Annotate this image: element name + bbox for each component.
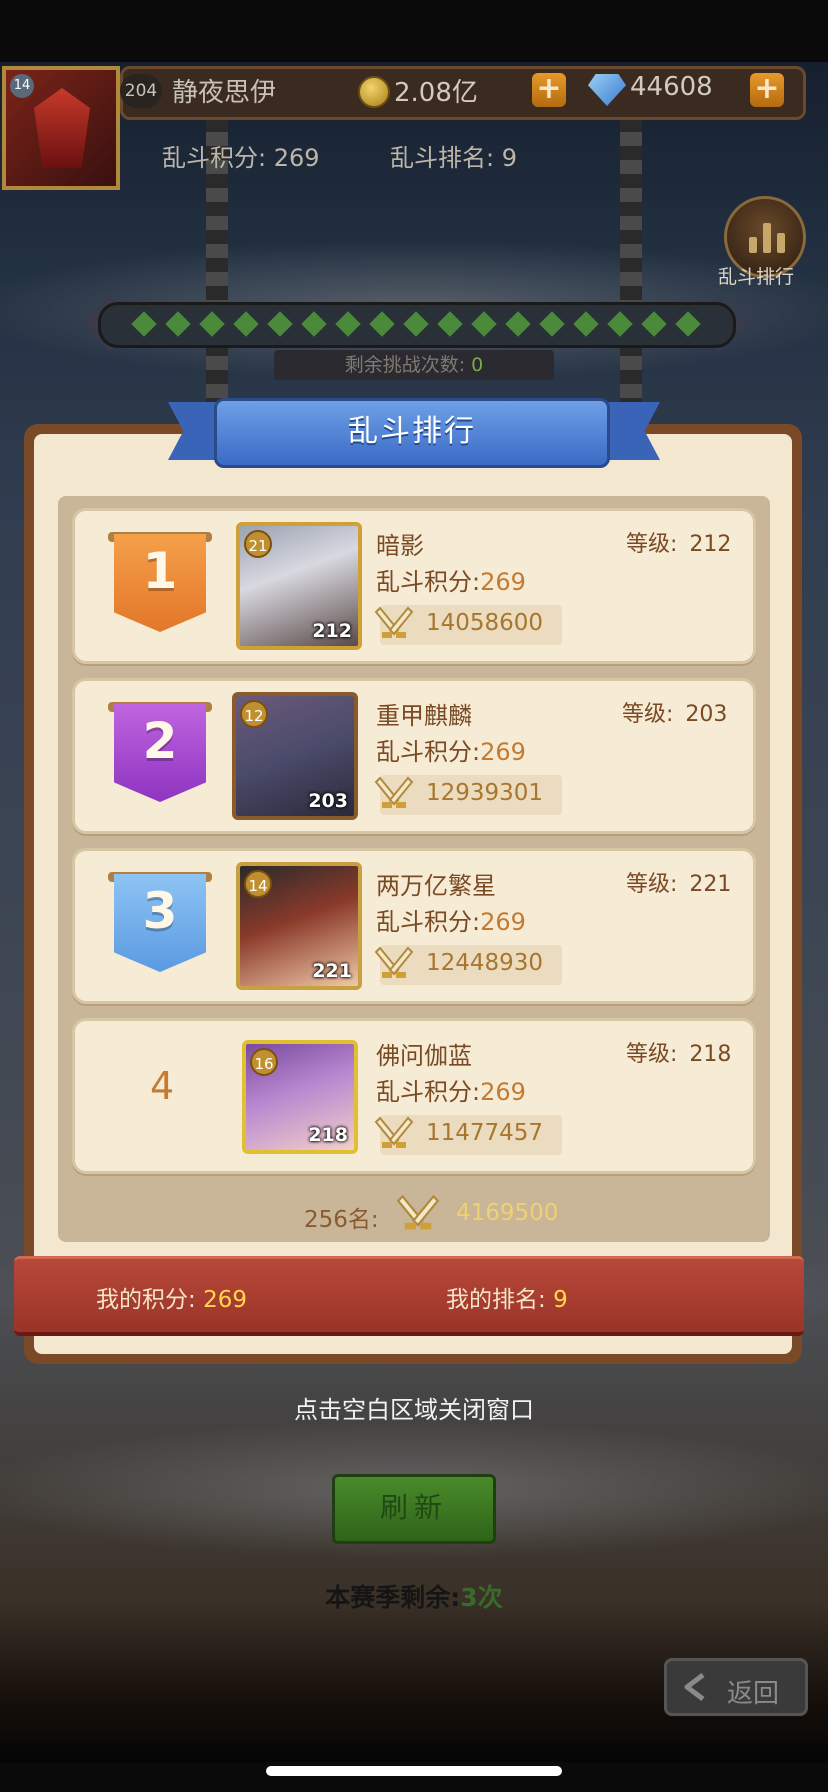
threshold-row: 256名: 4169500 — [58, 1184, 770, 1242]
crossed-swords-icon — [374, 1116, 414, 1148]
rank-number: 4 — [150, 1064, 175, 1108]
add-gems-button[interactable]: + — [750, 73, 784, 107]
back-label: 返回 — [727, 1679, 780, 1709]
crossed-swords-icon — [374, 776, 414, 808]
add-gold-button[interactable]: + — [532, 73, 566, 107]
entry-power: 14058600 — [426, 610, 544, 636]
entry-name: 佛问伽蓝 — [376, 1042, 472, 1070]
my-score: 我的积分: 269 — [96, 1287, 247, 1313]
player-name: 静夜思伊 — [172, 78, 277, 108]
ranking-button-label: 乱斗排行 — [718, 266, 795, 288]
gold-amount: 2.08亿 — [394, 78, 478, 108]
rank-number: 1 — [142, 542, 178, 600]
entry-power: 12448930 — [426, 950, 544, 976]
entry-score: 乱斗积分:269 — [376, 738, 526, 766]
player-portrait: 16 218 — [242, 1040, 358, 1154]
entry-name: 暗影 — [376, 532, 424, 560]
brawl-score: 乱斗积分: 269 — [162, 144, 320, 172]
entry-level: 等级: 203 — [622, 702, 728, 727]
chain-right — [620, 118, 642, 418]
close-hint: 点击空白区域关闭窗口 — [294, 1396, 534, 1424]
refresh-button[interactable]: 刷新 — [332, 1474, 496, 1544]
remaining-tries: 剩余挑战次数: 0 — [274, 350, 554, 380]
threshold-rank: 256名: — [304, 1207, 379, 1233]
entry-name: 重甲麒麟 — [376, 702, 472, 730]
entry-level: 等级: 221 — [626, 872, 732, 897]
crest-icon — [34, 88, 90, 168]
player-portrait: 12 203 — [232, 692, 358, 820]
panel-title: 乱斗排行 — [348, 414, 476, 449]
entry-level: 等级: 218 — [626, 1042, 732, 1067]
entry-score: 乱斗积分:269 — [376, 1078, 526, 1106]
entry-score: 乱斗积分:269 — [376, 908, 526, 936]
entry-name: 两万亿繁星 — [376, 872, 496, 900]
brawl-rank: 乱斗排名: 9 — [390, 144, 517, 172]
player-portrait: 21 212 — [236, 522, 362, 650]
crossed-swords-icon — [374, 946, 414, 978]
entry-power: 11477457 — [426, 1120, 544, 1146]
entry-power: 12939301 — [426, 780, 544, 806]
avatar-level-badge: 14 — [10, 74, 34, 98]
progress-gem-bar — [98, 302, 736, 348]
home-indicator[interactable] — [266, 1766, 562, 1776]
bar-chart-icon — [749, 223, 785, 253]
gold-coin-icon — [358, 76, 390, 108]
crossed-swords-icon — [374, 606, 414, 638]
season-remaining: 本赛季剩余:3次 — [325, 1583, 503, 1612]
back-button[interactable]: 返回 — [664, 1658, 808, 1716]
player-avatar[interactable]: 14 — [2, 66, 120, 190]
player-level: 204 — [120, 74, 162, 108]
entry-score: 乱斗积分:269 — [376, 568, 526, 596]
threshold-power: 4169500 — [456, 1200, 559, 1226]
entry-level: 等级: 212 — [626, 532, 732, 557]
rank-number: 2 — [142, 712, 178, 770]
rank-number: 3 — [142, 882, 178, 940]
crossed-swords-icon — [396, 1194, 440, 1230]
gem-amount: 44608 — [630, 72, 713, 102]
my-rank: 我的排名: 9 — [446, 1287, 568, 1313]
back-arrow-icon — [684, 1673, 705, 1701]
player-portrait: 14 221 — [236, 862, 362, 990]
